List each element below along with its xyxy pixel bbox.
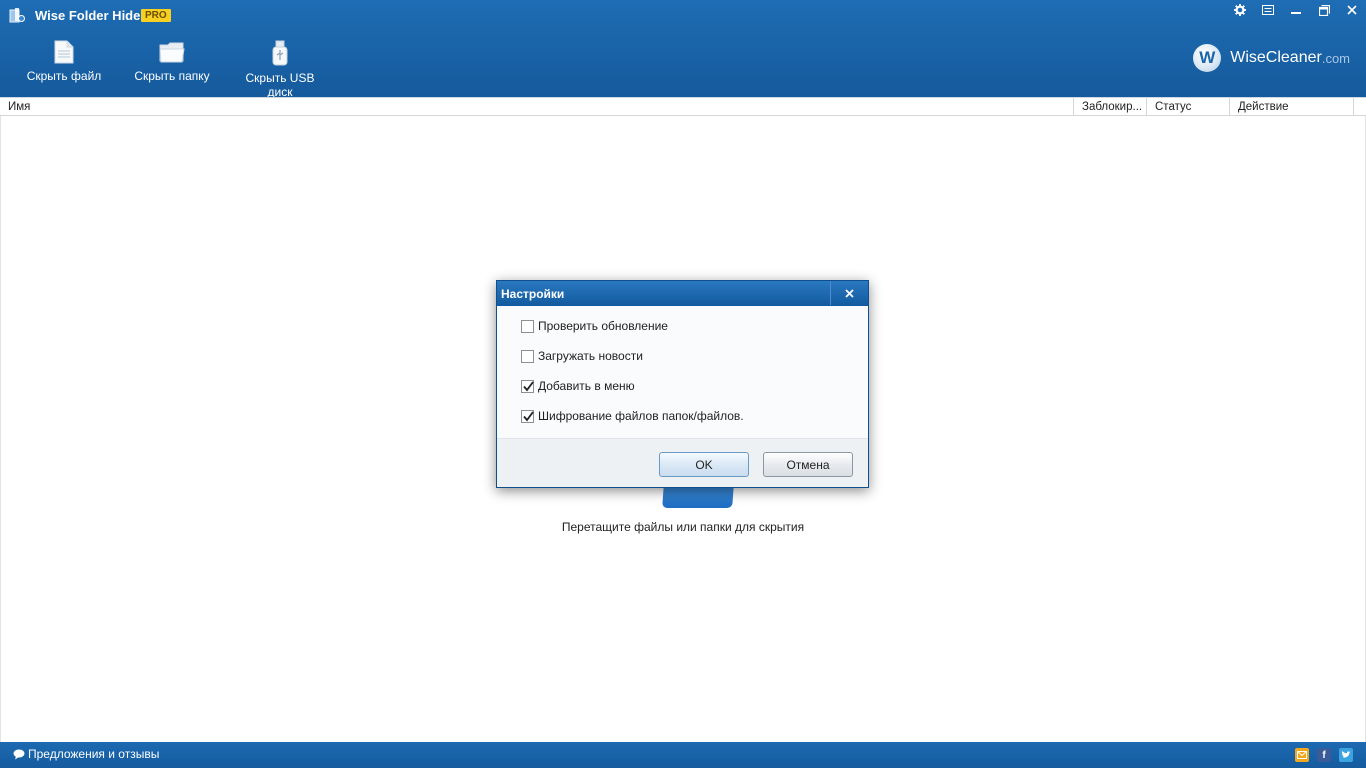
option-label: Проверить обновление bbox=[538, 319, 668, 333]
file-icon bbox=[54, 40, 74, 64]
checkbox-load-news[interactable] bbox=[521, 349, 534, 363]
dialog-title: Настройки bbox=[501, 287, 565, 301]
column-locked[interactable]: Заблокир... bbox=[1073, 98, 1146, 116]
option-encrypt-files[interactable]: Шифрование файлов папок/файлов. bbox=[521, 409, 744, 423]
gear-icon bbox=[1234, 4, 1246, 16]
pro-badge: PRO bbox=[141, 9, 171, 22]
close-icon bbox=[1347, 5, 1357, 15]
column-spacer bbox=[1353, 98, 1366, 116]
folder-icon bbox=[159, 42, 185, 63]
mail-icon[interactable] bbox=[1295, 748, 1309, 762]
column-status[interactable]: Статус bbox=[1146, 98, 1229, 116]
settings-button[interactable] bbox=[1226, 0, 1254, 20]
speech-bubble-icon bbox=[13, 749, 25, 759]
twitter-icon[interactable] bbox=[1339, 748, 1353, 762]
option-add-to-menu[interactable]: Добавить в меню bbox=[521, 379, 635, 393]
facebook-icon[interactable]: f bbox=[1317, 748, 1331, 762]
checkmark-icon bbox=[523, 380, 534, 391]
drop-hint: Перетащите файлы или папки для скрытия bbox=[561, 520, 805, 534]
social-links: f bbox=[1295, 748, 1353, 762]
column-header: Имя Заблокир... Статус Действие bbox=[0, 97, 1366, 116]
option-label: Загружать новости bbox=[538, 349, 643, 363]
app-logo-icon bbox=[9, 8, 25, 23]
usb-drive-icon bbox=[272, 40, 288, 66]
checkbox-check-updates[interactable] bbox=[521, 319, 534, 333]
dialog-titlebar[interactable]: Настройки bbox=[497, 281, 868, 306]
settings-dialog: Настройки Проверить обновление Загружать… bbox=[496, 280, 869, 488]
checkmark-icon bbox=[523, 410, 534, 421]
dialog-close-button[interactable] bbox=[830, 281, 868, 305]
feedback-label: Предложения и отзывы bbox=[28, 747, 160, 761]
window-controls bbox=[1226, 0, 1366, 20]
hide-folder-button[interactable]: Скрыть папку bbox=[132, 40, 212, 83]
menu-button[interactable] bbox=[1254, 0, 1282, 20]
wisecleaner-logo[interactable]: W WiseCleaner .com bbox=[1193, 44, 1350, 72]
hide-usb-button[interactable]: Скрыть USB диск bbox=[232, 40, 328, 99]
restore-button[interactable] bbox=[1310, 0, 1338, 20]
hide-folder-label: Скрыть папку bbox=[134, 69, 210, 83]
app-header: Wise Folder Hider PRO Скрыть файл Скрыть… bbox=[0, 0, 1366, 99]
dialog-body: Проверить обновление Загружать новости Д… bbox=[497, 306, 868, 438]
dialog-footer: OK Отмена bbox=[497, 438, 868, 487]
checkbox-add-to-menu[interactable] bbox=[521, 379, 534, 393]
status-bar: Предложения и отзывы f bbox=[0, 742, 1366, 768]
option-label: Шифрование файлов папок/файлов. bbox=[538, 409, 744, 423]
column-action[interactable]: Действие bbox=[1229, 98, 1353, 116]
hide-usb-label: Скрыть USB диск bbox=[245, 71, 315, 99]
column-name[interactable]: Имя bbox=[0, 98, 1073, 116]
cancel-button[interactable]: Отмена bbox=[763, 452, 853, 477]
menu-icon bbox=[1262, 5, 1274, 15]
brand-suffix: .com bbox=[1321, 50, 1350, 66]
brand-name: WiseCleaner bbox=[1230, 49, 1322, 66]
option-label: Добавить в меню bbox=[538, 379, 635, 393]
close-button[interactable] bbox=[1338, 0, 1366, 20]
option-load-news[interactable]: Загружать новости bbox=[521, 349, 643, 363]
close-icon bbox=[845, 288, 854, 298]
option-check-updates[interactable]: Проверить обновление bbox=[521, 319, 668, 333]
hide-file-button[interactable]: Скрыть файл bbox=[26, 40, 102, 83]
ok-button[interactable]: OK bbox=[659, 452, 749, 477]
brand-initial: W bbox=[1193, 44, 1222, 72]
hide-file-label: Скрыть файл bbox=[26, 69, 102, 83]
restore-icon bbox=[1318, 4, 1330, 16]
app-title: Wise Folder Hider bbox=[35, 8, 146, 23]
feedback-link[interactable]: Предложения и отзывы bbox=[13, 747, 159, 761]
checkbox-encrypt-files[interactable] bbox=[521, 409, 534, 423]
minimize-icon bbox=[1291, 12, 1301, 14]
minimize-button[interactable] bbox=[1282, 0, 1310, 20]
